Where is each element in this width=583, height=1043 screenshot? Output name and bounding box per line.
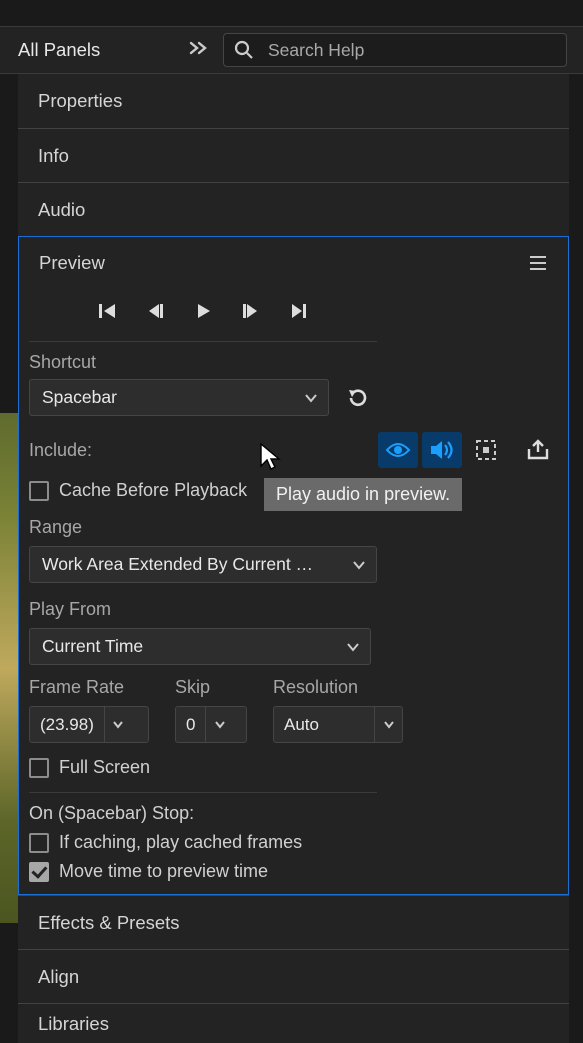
- include-video-toggle[interactable]: [378, 432, 418, 468]
- resolution-select[interactable]: Auto: [273, 706, 403, 743]
- skip-value: 0: [176, 715, 205, 735]
- range-select[interactable]: Work Area Extended By Current …: [29, 546, 377, 583]
- onstop-label: On (Spacebar) Stop:: [29, 803, 558, 824]
- panel-effects-presets[interactable]: Effects & Presets: [18, 895, 569, 949]
- eye-icon: [385, 440, 411, 460]
- search-icon: [234, 40, 254, 60]
- panel-align[interactable]: Align: [18, 949, 569, 1003]
- cache-before-playback-label: Cache Before Playback: [59, 480, 247, 501]
- chevron-down-icon: [112, 719, 124, 731]
- skip-select[interactable]: 0: [175, 706, 247, 743]
- expand-panels-icon[interactable]: [189, 40, 209, 60]
- workspace-selector[interactable]: All Panels: [0, 39, 118, 61]
- prev-frame-button[interactable]: [140, 296, 170, 326]
- include-audio-toggle[interactable]: [422, 432, 462, 468]
- range-label: Range: [29, 517, 558, 538]
- cache-before-playback-checkbox[interactable]: [29, 481, 49, 501]
- speaker-icon: [429, 439, 455, 461]
- chevron-down-icon: [352, 558, 366, 572]
- play-button[interactable]: [188, 296, 218, 326]
- skip-label: Skip: [175, 677, 247, 698]
- movetime-checkbox[interactable]: [29, 862, 49, 882]
- playfrom-label: Play From: [29, 599, 558, 620]
- panel-info[interactable]: Info: [18, 128, 569, 182]
- include-label: Include:: [29, 440, 92, 461]
- overlay-icon: [474, 438, 498, 462]
- panel-preview: Preview Shortcut Spacebar Include:: [18, 236, 569, 895]
- search-input[interactable]: [268, 40, 556, 61]
- shortcut-select[interactable]: Spacebar: [29, 379, 329, 416]
- panel-audio[interactable]: Audio: [18, 182, 569, 236]
- shortcut-label: Shortcut: [29, 352, 558, 373]
- fullscreen-label: Full Screen: [59, 757, 150, 778]
- preview-title: Preview: [39, 252, 105, 274]
- ifcaching-label: If caching, play cached frames: [59, 832, 302, 853]
- next-frame-button[interactable]: [236, 296, 266, 326]
- fullscreen-checkbox[interactable]: [29, 758, 49, 778]
- playfrom-value: Current Time: [42, 636, 143, 657]
- chevron-down-icon: [383, 719, 395, 731]
- framerate-label: Frame Rate: [29, 677, 149, 698]
- ifcaching-checkbox[interactable]: [29, 833, 49, 853]
- resolution-label: Resolution: [273, 677, 403, 698]
- share-icon: [526, 439, 550, 461]
- range-value: Work Area Extended By Current …: [42, 554, 313, 575]
- resolution-value: Auto: [274, 715, 374, 735]
- panel-properties[interactable]: Properties: [18, 74, 569, 128]
- panel-libraries[interactable]: Libraries: [18, 1003, 569, 1043]
- share-preview-button[interactable]: [518, 432, 558, 468]
- tooltip: Play audio in preview.: [264, 478, 462, 511]
- playfrom-select[interactable]: Current Time: [29, 628, 371, 665]
- movetime-label: Move time to preview time: [59, 861, 268, 882]
- last-frame-button[interactable]: [284, 296, 314, 326]
- reset-shortcut-button[interactable]: [341, 381, 375, 415]
- search-help-field[interactable]: [223, 33, 567, 67]
- shortcut-value: Spacebar: [42, 387, 117, 408]
- composition-thumbnail-edge: [0, 413, 18, 923]
- chevron-down-icon: [214, 719, 226, 731]
- framerate-select[interactable]: (23.98): [29, 706, 149, 743]
- chevron-down-icon: [304, 391, 318, 405]
- include-overlays-toggle[interactable]: [466, 432, 506, 468]
- panel-menu-icon[interactable]: [526, 252, 550, 274]
- framerate-value: (23.98): [30, 715, 104, 735]
- chevron-down-icon: [346, 640, 360, 654]
- first-frame-button[interactable]: [92, 296, 122, 326]
